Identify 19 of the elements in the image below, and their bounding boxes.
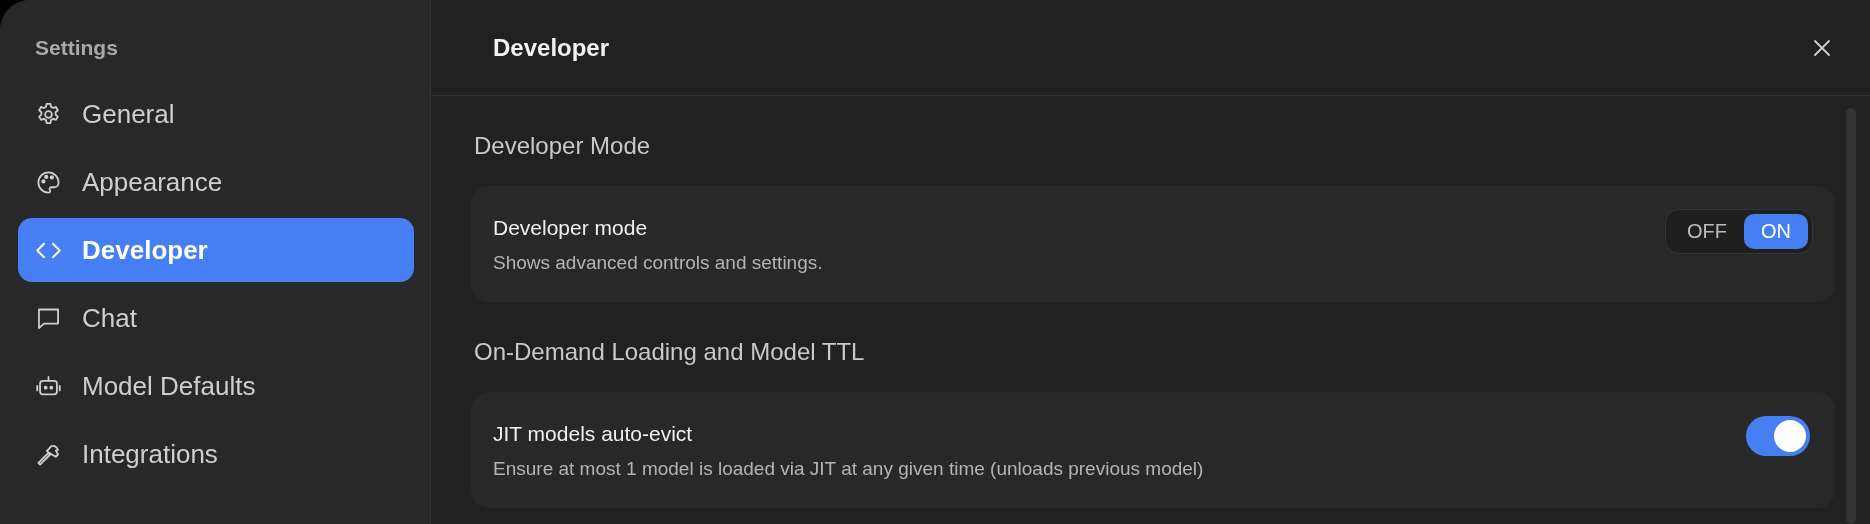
setting-description: Shows advanced controls and settings.	[493, 252, 823, 274]
sidebar-item[interactable]: Model Defaults	[18, 354, 414, 418]
section-heading: On-Demand Loading and Model TTL	[473, 337, 866, 367]
sidebar-item[interactable]: General	[18, 82, 414, 146]
sidebar-item[interactable]: Integrations	[18, 422, 414, 486]
close-icon[interactable]	[1812, 37, 1832, 58]
palette-icon	[35, 168, 62, 196]
segment-option[interactable]: OFF	[1670, 214, 1744, 249]
section-heading: Developer Mode	[473, 131, 652, 161]
sidebar-item[interactable]: Developer	[18, 218, 414, 282]
segment-option[interactable]: ON	[1744, 214, 1808, 249]
toggle-switch[interactable]	[1746, 416, 1810, 456]
sidebar-item[interactable]: Chat	[18, 286, 414, 350]
setting-label: Developer mode	[493, 216, 649, 240]
sidebar-item[interactable]: Appearance	[18, 150, 414, 214]
page-title: Developer	[493, 33, 610, 62]
setting-description: Ensure at most 1 model is loaded via JIT at any given time (unloads previous model)	[493, 458, 1204, 480]
sidebar-title: Settings	[34, 36, 119, 60]
setting-label: JIT models auto-evict	[493, 422, 694, 446]
